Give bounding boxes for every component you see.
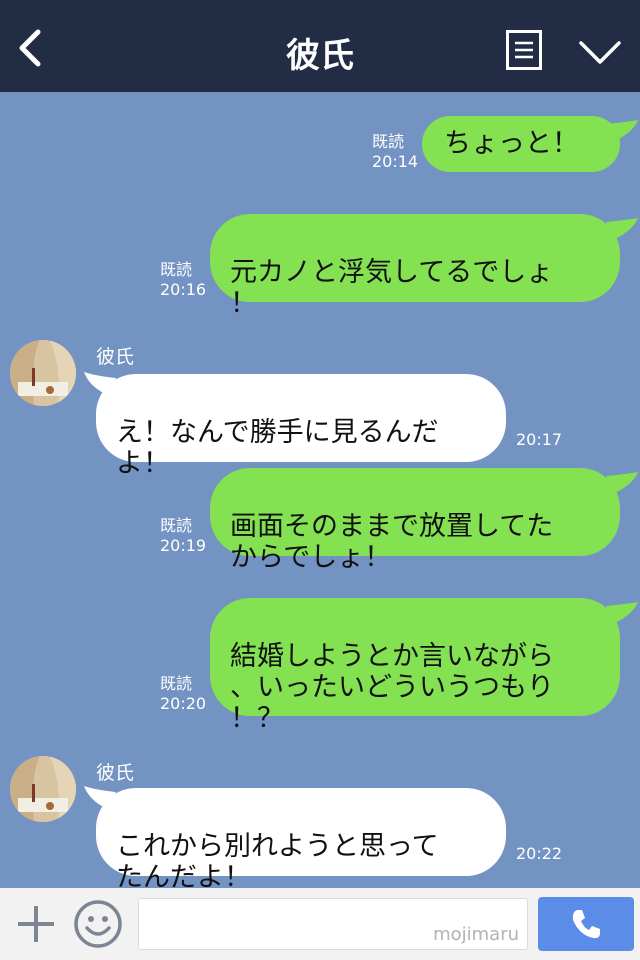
avatar-photo	[10, 756, 76, 822]
outgoing-message[interactable]: 元カノと浮気してるでしょ ！	[210, 214, 620, 319]
message-text: 結婚しようとか言いながら 、いったいどういうつもり ！？	[230, 641, 554, 734]
bubble-tail	[606, 218, 638, 240]
message-time: 20:22	[516, 844, 563, 863]
bubble-tail	[606, 602, 638, 624]
message-meta: 既読 20:20	[160, 674, 206, 714]
message-text: 元カノと浮気してるでしょ ！	[230, 257, 554, 319]
phone-icon	[572, 910, 600, 939]
incoming-message[interactable]: え！なんで勝手に見るんだ よ！	[96, 374, 506, 479]
plus-icon[interactable]	[14, 902, 58, 946]
avatar-photo	[10, 340, 76, 406]
avatar[interactable]	[10, 756, 76, 822]
read-receipt: 既読	[160, 516, 193, 535]
message-meta: 既読 20:14	[372, 132, 418, 172]
chevron-down-icon[interactable]	[578, 38, 622, 66]
message-text: ちょっと！	[444, 128, 579, 159]
message-time: 20:17	[516, 430, 563, 449]
outgoing-message[interactable]: 結婚しようとか言いながら 、いったいどういうつもり ！？	[210, 598, 620, 734]
read-receipt: 既読	[160, 674, 193, 693]
input-bar: mojimaru	[0, 888, 640, 960]
message-time: 20:14	[372, 152, 419, 171]
message-time: 20:20	[160, 694, 207, 713]
message-meta: 既読 20:16	[160, 260, 206, 300]
watermark: mojimaru	[433, 924, 519, 945]
message-meta: 既読 20:19	[160, 516, 206, 556]
incoming-message[interactable]: これから別れようと思って たんだよ！	[96, 788, 506, 893]
chat-header: 彼氏	[0, 0, 640, 92]
call-button[interactable]	[538, 897, 634, 951]
message-text: 画面そのままで放置してた からでしょ！	[230, 511, 554, 573]
read-receipt: 既読	[372, 132, 405, 151]
read-receipt: 既読	[160, 260, 193, 279]
avatar[interactable]	[10, 340, 76, 406]
smile-icon[interactable]	[72, 898, 124, 950]
message-time: 20:19	[160, 536, 207, 555]
message-input[interactable]: mojimaru	[138, 898, 528, 950]
outgoing-message[interactable]: 画面そのままで放置してた からでしょ！	[210, 468, 620, 573]
list-icon[interactable]	[506, 30, 542, 70]
chat-title: 彼氏	[286, 36, 354, 76]
message-list[interactable]: 既読 20:14 ちょっと！ 既読 20:16 元カノと浮気してるでしょ ！ 彼…	[0, 92, 640, 893]
outgoing-message[interactable]: ちょっと！	[422, 116, 620, 172]
bubble-tail	[606, 120, 638, 142]
bubble-tail	[606, 472, 638, 494]
sender-name: 彼氏	[96, 346, 135, 368]
message-time: 20:16	[160, 280, 207, 299]
message-text: これから別れようと思って たんだよ！	[116, 831, 439, 893]
sender-name: 彼氏	[96, 762, 135, 784]
